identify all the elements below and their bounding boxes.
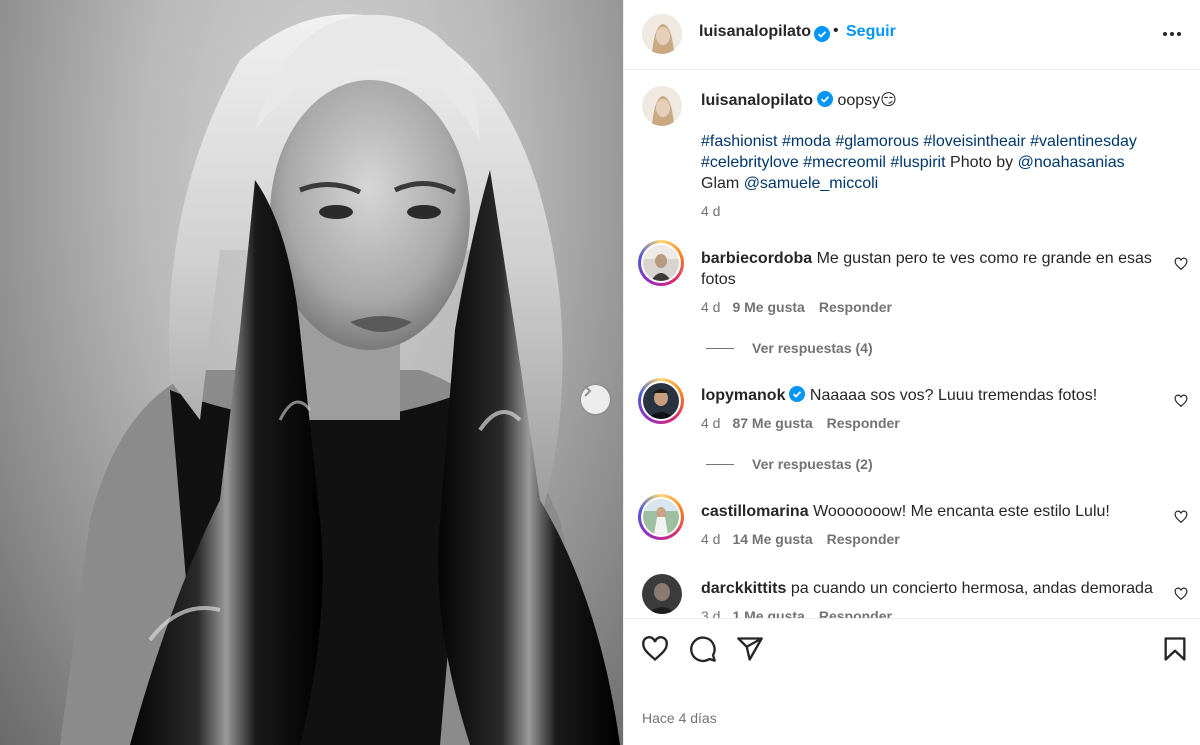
comment-username[interactable]: lopymanok <box>701 387 785 404</box>
caption-emoji: 😏 <box>880 92 897 109</box>
like-comment-heart-icon[interactable] <box>1174 510 1188 524</box>
comment-time: 3 d <box>701 608 721 618</box>
comment-time: 4 d <box>701 531 721 547</box>
follow-button[interactable]: Seguir <box>846 23 896 41</box>
caption-glam: Glam <box>701 175 740 192</box>
author-username[interactable]: luisanalopilato <box>699 23 811 41</box>
reply-button[interactable]: Responder <box>819 299 892 315</box>
comment-text: barbiecordoba Me gustan pero te ves como… <box>701 250 1152 267</box>
caption-hashtags-line2: #celebritylove #mecreomil #luspirit Phot… <box>701 152 1125 173</box>
posted-ago: Hace 4 días <box>642 710 717 726</box>
verified-badge-icon <box>814 26 830 42</box>
comment-text: darckkittits pa cuando un concierto herm… <box>701 580 1153 597</box>
comment-username[interactable]: barbiecordoba <box>701 250 812 267</box>
reply-button[interactable]: Responder <box>819 608 892 618</box>
post-photo[interactable] <box>0 0 623 745</box>
more-horizontal-icon[interactable] <box>1162 24 1182 44</box>
bookmark-icon[interactable] <box>1161 635 1189 663</box>
caption-hashtags-line1: #fashionist #moda #glamorous #loveisinth… <box>701 131 1137 152</box>
caption-time: 4 d <box>701 203 721 219</box>
caption-text: oopsy <box>837 92 881 109</box>
comment-likes[interactable]: 87 Me gusta <box>732 415 812 431</box>
hashtag-link[interactable]: #fashionist <box>701 133 778 150</box>
commenter-avatar[interactable] <box>638 494 684 540</box>
hashtag-link[interactable]: #glamorous <box>835 133 919 150</box>
like-comment-heart-icon[interactable] <box>1174 587 1188 601</box>
like-comment-heart-icon[interactable] <box>1174 257 1188 271</box>
reply-button[interactable]: Responder <box>827 415 900 431</box>
comment-username[interactable]: darckkittits <box>701 580 786 597</box>
comment-likes[interactable]: 14 Me gusta <box>732 531 812 547</box>
comment-meta: 4 d 9 Me gusta Responder <box>701 299 892 315</box>
hashtag-link[interactable]: #celebritylove <box>701 154 799 171</box>
caption-author-username[interactable]: luisanalopilato <box>701 92 813 109</box>
post-actions: Hace 4 días <box>624 618 1200 745</box>
verified-badge-icon <box>789 386 806 402</box>
comment-text: lopymanok Naaaaa sos vos? Luuu tremendas… <box>701 386 1098 404</box>
reply-button[interactable]: Responder <box>827 531 900 547</box>
commenter-avatar[interactable] <box>638 378 684 424</box>
mention-link[interactable]: @samuele_miccoli <box>744 175 879 192</box>
portrait-image <box>60 14 620 745</box>
mention-link[interactable]: @noahasanias <box>1018 154 1125 171</box>
verified-badge-icon <box>817 91 834 107</box>
like-comment-heart-icon[interactable] <box>1174 394 1188 408</box>
comment-likes[interactable]: 9 Me gusta <box>732 299 804 315</box>
comment-icon[interactable] <box>689 635 717 663</box>
hashtag-link[interactable]: #mecreomil <box>803 154 886 171</box>
view-replies-button[interactable]: Ver respuestas (2) <box>706 456 873 472</box>
comment-likes[interactable]: 1 Me gusta <box>732 608 804 618</box>
comment-username[interactable]: castillomarina <box>701 503 809 520</box>
comment-text-continued: fotos <box>701 271 736 288</box>
comment-text: castillomarina Wooooooow! Me encanta est… <box>701 503 1110 520</box>
replies-divider <box>706 464 734 465</box>
comment-meta: 4 d 14 Me gusta Responder <box>701 531 900 547</box>
heart-icon[interactable] <box>641 635 669 663</box>
view-replies-button[interactable]: Ver respuestas (4) <box>706 340 873 356</box>
hashtag-link[interactable]: #luspirit <box>890 154 945 171</box>
caption-first-line: luisanalopilato oopsy😏 <box>701 90 897 111</box>
chevron-right-icon <box>584 385 592 397</box>
comment-meta: 4 d 87 Me gusta Responder <box>701 415 900 431</box>
caption-author-avatar[interactable] <box>642 86 682 126</box>
caption-glam-line: Glam @samuele_miccoli <box>701 173 878 194</box>
hashtag-link[interactable]: #valentinesday <box>1030 133 1137 150</box>
replies-divider <box>706 348 734 349</box>
separator-dot: • <box>833 22 839 39</box>
comments-list[interactable]: luisanalopilato oopsy😏 #fashionist #moda… <box>624 70 1200 618</box>
commenter-avatar[interactable] <box>638 240 684 286</box>
hashtag-link[interactable]: #moda <box>782 133 831 150</box>
next-photo-button[interactable] <box>581 385 610 414</box>
caption-photo-by: Photo by <box>950 154 1014 171</box>
share-icon[interactable] <box>736 635 764 663</box>
comment-time: 4 d <box>701 415 721 431</box>
post-side-panel: luisanalopilato • Seguir luisanalopilato… <box>623 0 1200 745</box>
commenter-avatar[interactable] <box>642 574 682 614</box>
comment-meta: 3 d 1 Me gusta Responder <box>701 608 892 618</box>
comment-time: 4 d <box>701 299 721 315</box>
hashtag-link[interactable]: #loveisintheair <box>923 133 1025 150</box>
author-avatar[interactable] <box>642 14 682 54</box>
post-header: luisanalopilato • Seguir <box>624 0 1200 70</box>
